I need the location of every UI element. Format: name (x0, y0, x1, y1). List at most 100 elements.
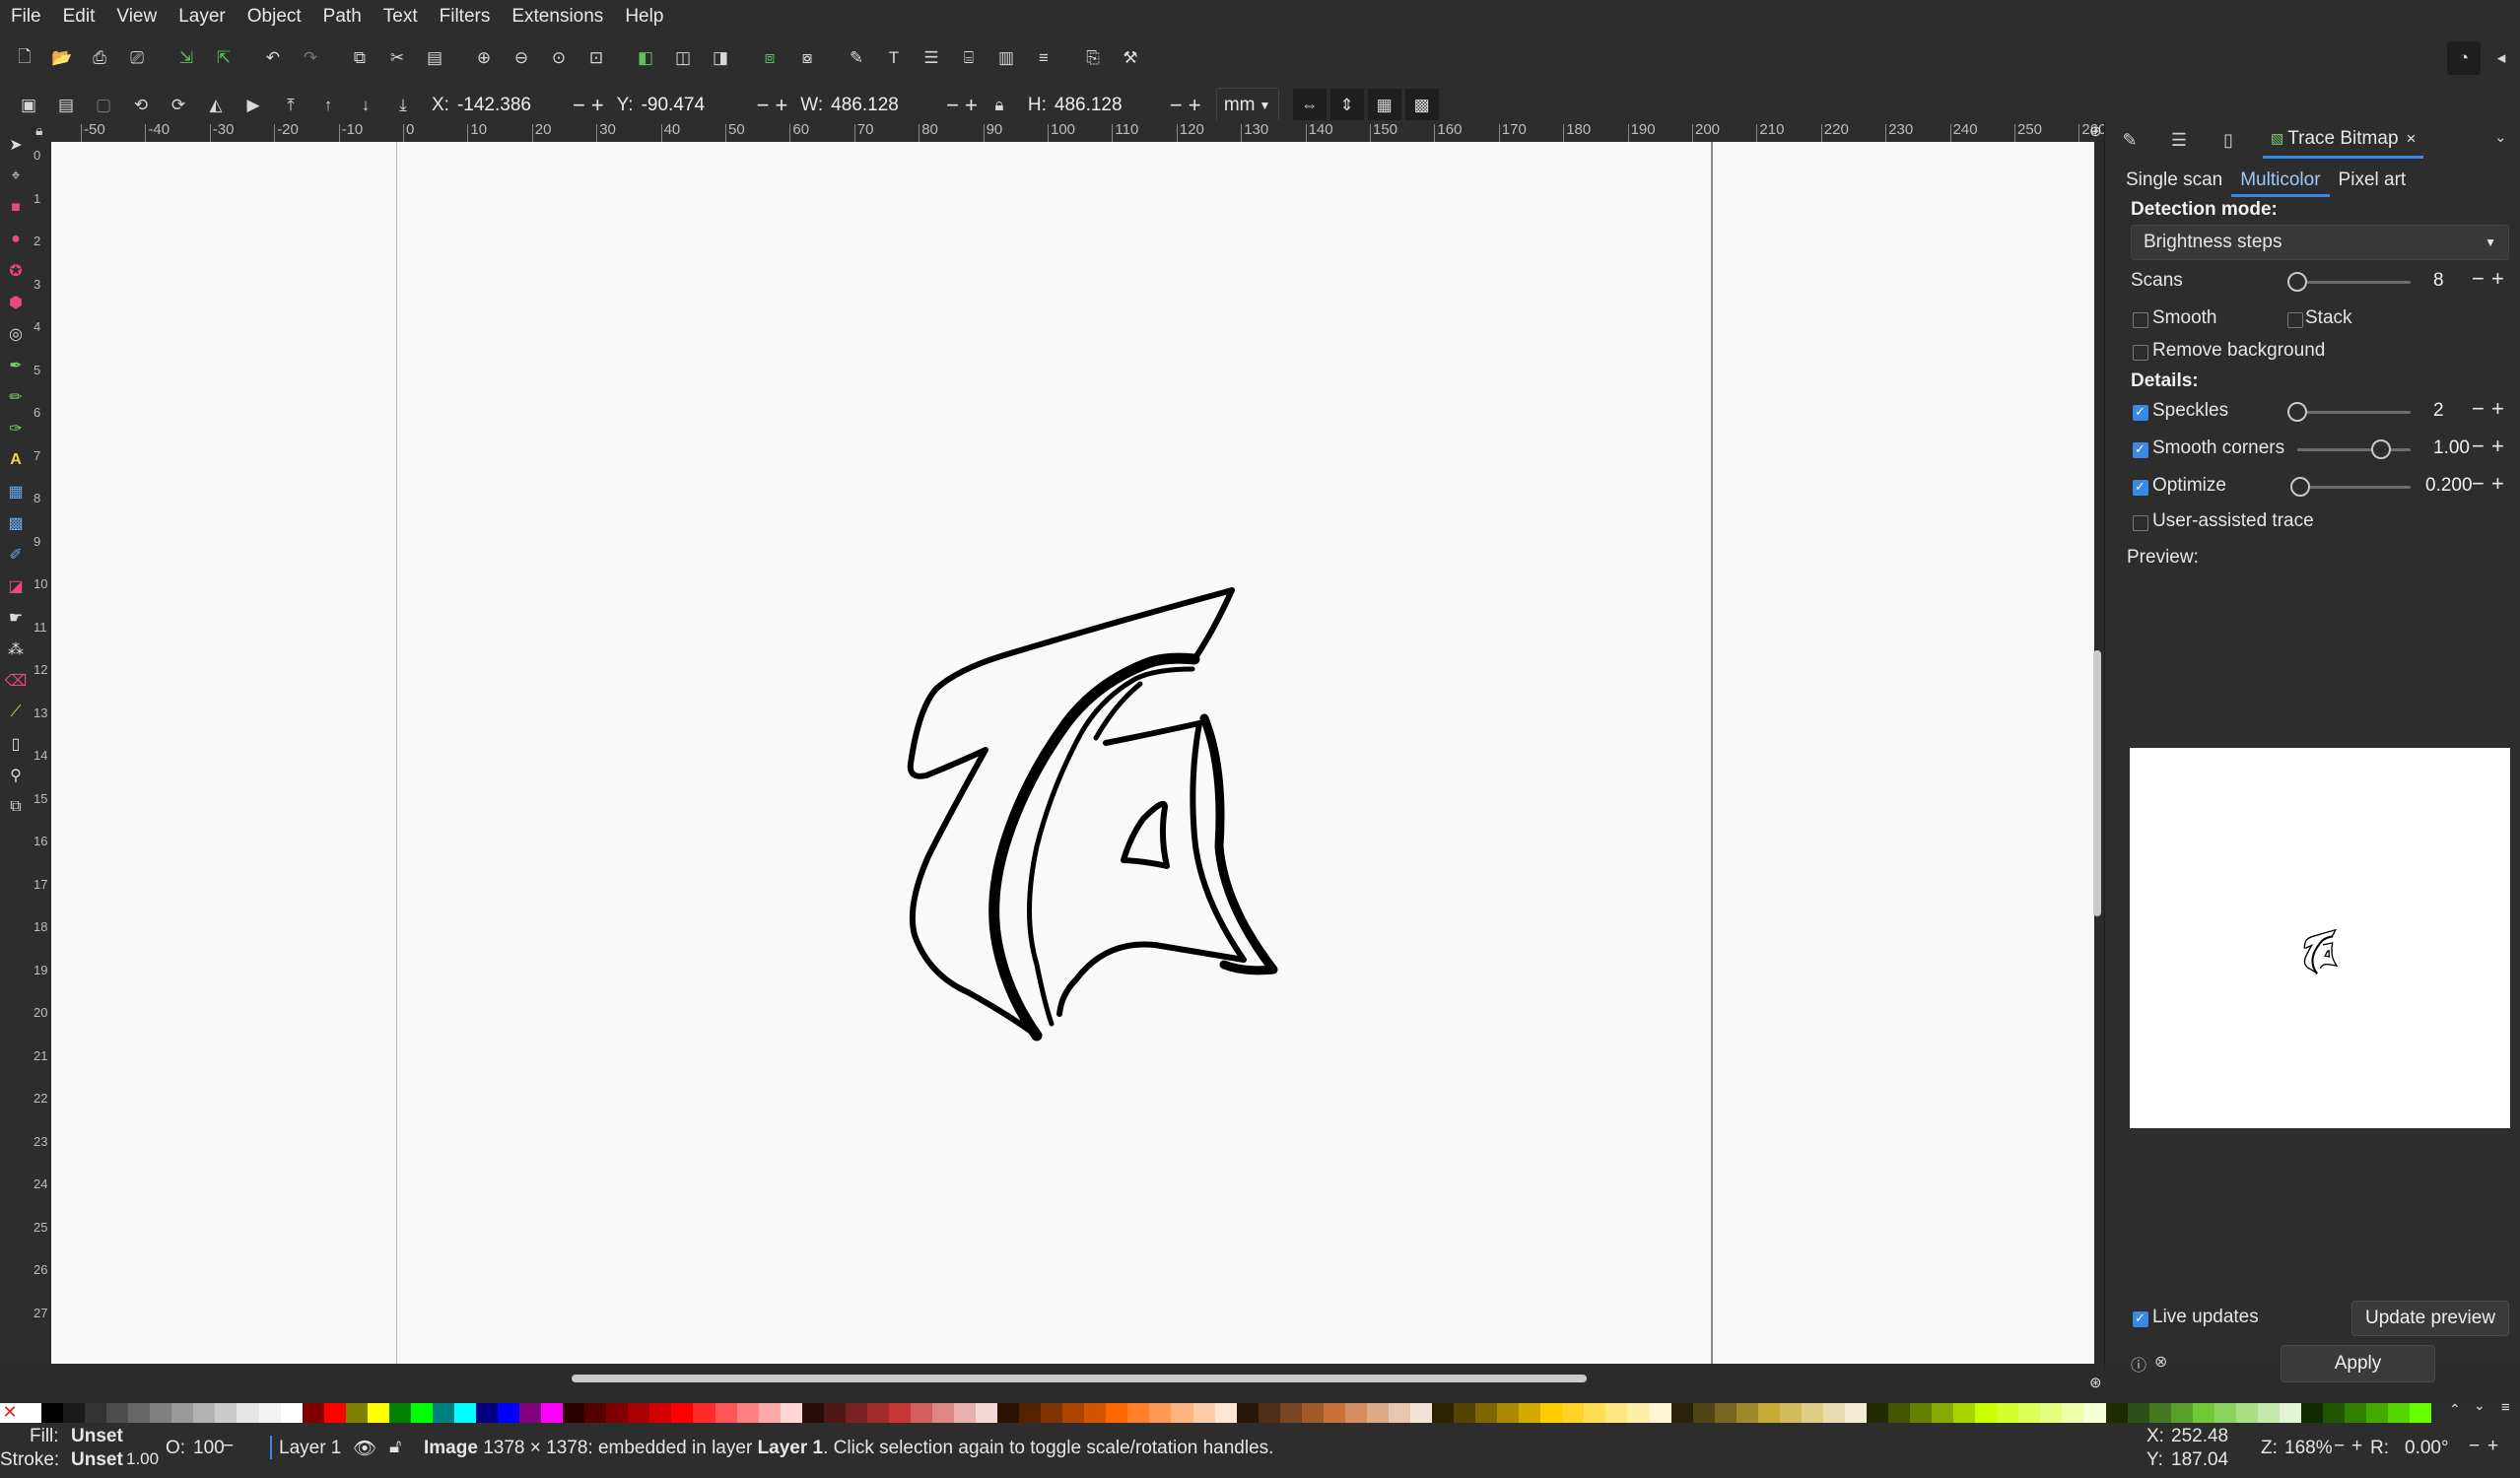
color-swatch[interactable] (1062, 1403, 1085, 1423)
color-swatch[interactable] (2345, 1403, 2367, 1423)
color-swatch[interactable] (128, 1403, 151, 1423)
color-swatch[interactable] (954, 1403, 977, 1423)
layers-tab-icon[interactable]: ☰ (2154, 130, 2204, 151)
color-swatch[interactable] (2388, 1403, 2411, 1423)
color-swatch[interactable] (1041, 1403, 1063, 1423)
optimize-input[interactable]: 0.200 (2425, 475, 2473, 497)
menu-view[interactable]: View (105, 0, 168, 34)
color-swatch[interactable] (1171, 1403, 1193, 1423)
select-all-layers-icon[interactable]: ▤ (49, 89, 83, 122)
color-swatch[interactable] (85, 1403, 107, 1423)
optimize-decrement-button[interactable]: − (2472, 471, 2485, 497)
detection-mode-dropdown[interactable]: Brightness steps ▼ (2131, 225, 2509, 260)
color-swatch[interactable] (1975, 1403, 1998, 1423)
palette-menu-icon[interactable]: ≡ (2501, 1399, 2510, 1416)
select-all-icon[interactable]: ▣ (12, 89, 45, 122)
color-swatch[interactable] (215, 1403, 238, 1423)
color-swatch[interactable] (1454, 1403, 1476, 1423)
color-swatch[interactable] (1366, 1403, 1389, 1423)
menu-help[interactable]: Help (614, 0, 674, 34)
lower-icon[interactable]: ↓ (349, 89, 382, 122)
smooth-corners-decrement-button[interactable]: − (2472, 434, 2485, 459)
color-swatch[interactable] (1844, 1403, 1867, 1423)
color-swatch[interactable] (1236, 1403, 1259, 1423)
box3d-icon[interactable]: ⬢ (4, 288, 28, 317)
info-icon[interactable]: ⓘ (2131, 1352, 2146, 1376)
measure-icon[interactable]: ⧉ (4, 792, 28, 822)
color-swatch[interactable] (2040, 1403, 2063, 1423)
color-swatch[interactable] (432, 1403, 454, 1423)
scans-slider-knob[interactable] (2287, 272, 2307, 292)
color-swatch[interactable] (1497, 1403, 1520, 1423)
color-swatch[interactable] (1714, 1403, 1737, 1423)
print-icon[interactable]: ⎚ (120, 41, 154, 75)
color-swatch[interactable] (823, 1403, 846, 1423)
color-swatch[interactable] (367, 1403, 389, 1423)
color-swatch[interactable] (866, 1403, 889, 1423)
color-swatch[interactable] (302, 1403, 324, 1423)
h-decrement-button[interactable]: − (1170, 93, 1183, 118)
objects-icon[interactable]: ≡ (1027, 41, 1060, 75)
color-swatch[interactable] (1410, 1403, 1433, 1423)
scans-decrement-button[interactable]: − (2472, 266, 2485, 292)
color-swatch[interactable] (1801, 1403, 1823, 1423)
fill-stroke-icon[interactable]: ✎ (840, 41, 873, 75)
open-document-icon[interactable]: 📂 (45, 41, 79, 75)
color-swatch[interactable] (2083, 1403, 2106, 1423)
color-swatch[interactable] (519, 1403, 542, 1423)
color-swatch[interactable] (475, 1403, 499, 1423)
speckles-slider-track[interactable] (2297, 411, 2411, 414)
calligraphy-icon[interactable]: ✑ (4, 414, 28, 443)
color-swatch[interactable] (1084, 1403, 1107, 1423)
color-swatch[interactable] (1670, 1403, 1693, 1423)
palette-scroll-up-icon[interactable]: ⌃ (2449, 1401, 2461, 1418)
spiral-icon[interactable]: ◎ (4, 319, 28, 349)
vertical-scrollbar[interactable] (2093, 650, 2101, 916)
color-swatch[interactable] (323, 1403, 346, 1423)
rotation-input[interactable]: 0.00° (2405, 1438, 2449, 1459)
menu-text[interactable]: Text (373, 0, 429, 34)
node-icon[interactable]: ⌖ (4, 162, 28, 191)
color-swatch[interactable] (1562, 1403, 1585, 1423)
deselect-icon[interactable]: ▢ (87, 89, 120, 122)
color-swatch[interactable] (388, 1403, 411, 1423)
zoom-selection-icon[interactable]: ⊕ (467, 41, 501, 75)
color-swatch[interactable] (931, 1403, 955, 1423)
color-swatch[interactable] (649, 1403, 672, 1423)
color-swatch[interactable] (1127, 1403, 1150, 1423)
optimize-slider-knob[interactable] (2290, 477, 2310, 497)
zoom-page-icon[interactable]: ⊙ (542, 41, 576, 75)
update-preview-button[interactable]: Update preview (2351, 1301, 2509, 1336)
menu-extensions[interactable]: Extensions (501, 0, 614, 34)
live-updates-checkbox[interactable] (2133, 1310, 2148, 1327)
color-swatch[interactable] (2279, 1403, 2301, 1423)
transform-gradient-icon[interactable]: ▦ (1367, 89, 1401, 122)
copy-icon[interactable]: ⧉ (343, 41, 376, 75)
text-tool-icon[interactable]: A (4, 445, 28, 475)
color-swatch[interactable] (280, 1403, 303, 1423)
color-swatch[interactable] (628, 1403, 650, 1423)
rectangle-icon[interactable]: ■ (4, 193, 28, 223)
color-swatch[interactable] (997, 1403, 1020, 1423)
tab-trace-bitmap[interactable]: ▧ Trace Bitmap × (2263, 122, 2424, 159)
horizontal-ruler[interactable]: -50 -40 -30 -20 -10 0 10 20 30 40 50 60 70 80 90 100 110… (39, 120, 2106, 143)
color-swatch[interactable] (2018, 1403, 2041, 1423)
smooth-corners-checkbox[interactable] (2133, 441, 2148, 458)
color-swatch[interactable] (1736, 1403, 1758, 1423)
optimize-slider-track[interactable] (2297, 486, 2411, 489)
stop-icon[interactable]: ⊗ (2154, 1352, 2167, 1372)
layer-visibility-eye-icon[interactable]: 👁︎ (353, 1437, 376, 1460)
menu-file[interactable]: File (0, 0, 52, 34)
export-icon[interactable]: ⇱ (207, 41, 240, 75)
color-swatch[interactable] (193, 1403, 216, 1423)
color-swatch[interactable] (2235, 1403, 2258, 1423)
w-increment-button[interactable]: + (965, 93, 978, 118)
pen-icon[interactable]: ✒ (4, 351, 28, 380)
color-swatch[interactable] (345, 1403, 368, 1423)
x-increment-button[interactable]: + (591, 93, 604, 118)
x-input[interactable]: -142.386 (452, 95, 570, 116)
document-properties-icon[interactable]: ⎘ (1076, 41, 1110, 75)
y-input[interactable]: -90.474 (637, 95, 754, 116)
xml-editor-icon[interactable]: ⌸ (952, 41, 986, 75)
text-font-icon[interactable]: T (877, 41, 911, 75)
